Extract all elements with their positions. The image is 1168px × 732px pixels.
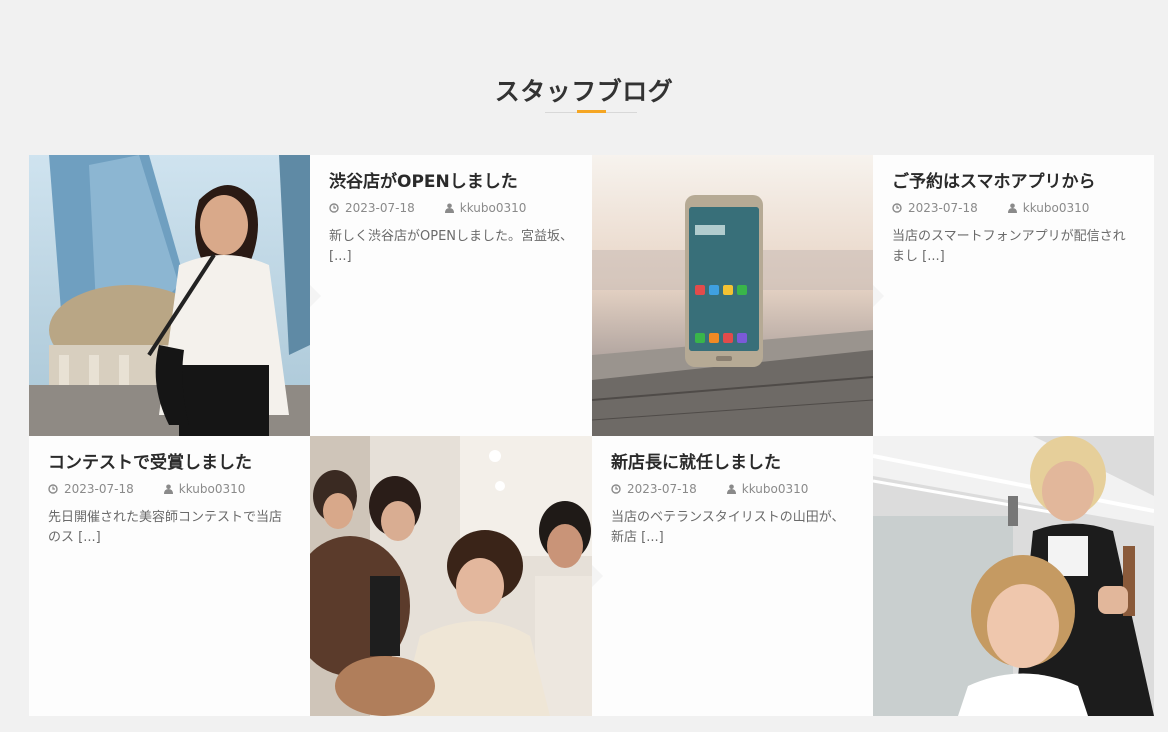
- post-author[interactable]: kkubo0310: [1007, 201, 1090, 216]
- post-date-text: 2023-07-18: [64, 482, 134, 497]
- post-title[interactable]: 渋谷店がOPENしました: [329, 171, 580, 193]
- post-meta: 2023-07-18 kkubo0310: [611, 482, 861, 496]
- smartphone-photo-icon: [592, 155, 873, 436]
- post-date: 2023-07-18: [611, 482, 697, 496]
- user-icon: [726, 484, 736, 495]
- stylist-photo-icon: [873, 436, 1154, 716]
- card-pointer: [873, 283, 884, 308]
- clock-icon: [892, 203, 902, 213]
- post-image-smartphone[interactable]: [592, 155, 873, 436]
- post-image-hair-contest[interactable]: [310, 436, 592, 716]
- section-title: スタッフブログ: [494, 77, 674, 106]
- post-excerpt: 当店のスマートフォンアプリが配信されまし [...]: [892, 229, 1126, 265]
- post-date: 2023-07-18: [892, 201, 978, 215]
- post-author[interactable]: kkubo0310: [444, 201, 527, 216]
- post-excerpt: 当店のベテランスタイリストの山田が、新店 [...]: [611, 510, 845, 546]
- blog-grid: 渋谷店がOPENしました 2023-07-18 kkubo0310 新しく渋谷店…: [29, 155, 1154, 716]
- clock-icon: [48, 484, 58, 494]
- post-excerpt: 先日開催された美容師コンテストで当店のス [...]: [48, 510, 283, 546]
- post-title[interactable]: 新店長に就任しました: [611, 452, 861, 474]
- user-icon: [444, 203, 454, 214]
- clock-icon: [611, 484, 621, 494]
- post-author[interactable]: kkubo0310: [163, 482, 246, 497]
- post-date: 2023-07-18: [329, 201, 415, 215]
- post-image-businesswoman[interactable]: [29, 155, 310, 436]
- card-pointer: [592, 564, 603, 588]
- title-accent-bar: [577, 110, 606, 113]
- hair-contest-photo-icon: [310, 436, 592, 716]
- post-meta: 2023-07-18 kkubo0310: [892, 201, 1142, 215]
- post-date-text: 2023-07-18: [908, 201, 978, 216]
- post-date-text: 2023-07-18: [627, 482, 697, 497]
- post-date-text: 2023-07-18: [345, 201, 415, 216]
- card-pointer: [310, 283, 321, 308]
- clock-icon: [329, 203, 339, 213]
- post-author-text: kkubo0310: [459, 201, 527, 216]
- user-icon: [163, 484, 173, 495]
- post-card-2[interactable]: コンテストで受賞しました 2023-07-18 kkubo0310 先日開催され…: [29, 436, 310, 716]
- post-meta: 2023-07-18 kkubo0310: [329, 201, 580, 215]
- businesswoman-photo-icon: [29, 155, 310, 436]
- post-image-stylist[interactable]: [873, 436, 1154, 716]
- post-title[interactable]: コンテストで受賞しました: [48, 452, 298, 474]
- post-author-text: kkubo0310: [178, 482, 246, 497]
- post-card-3[interactable]: 新店長に就任しました 2023-07-18 kkubo0310 当店のベテランス…: [592, 436, 873, 716]
- post-card-0[interactable]: 渋谷店がOPENしました 2023-07-18 kkubo0310 新しく渋谷店…: [310, 155, 592, 436]
- post-card-1[interactable]: ご予約はスマホアプリから 2023-07-18 kkubo0310 当店のスマー…: [873, 155, 1154, 436]
- post-title[interactable]: ご予約はスマホアプリから: [892, 171, 1142, 193]
- user-icon: [1007, 203, 1017, 214]
- post-meta: 2023-07-18 kkubo0310: [48, 482, 298, 496]
- post-author-text: kkubo0310: [741, 482, 809, 497]
- post-author[interactable]: kkubo0310: [726, 482, 809, 497]
- post-date: 2023-07-18: [48, 482, 134, 496]
- post-excerpt: 新しく渋谷店がOPENしました。宮益坂、[...]: [329, 229, 574, 265]
- post-author-text: kkubo0310: [1022, 201, 1090, 216]
